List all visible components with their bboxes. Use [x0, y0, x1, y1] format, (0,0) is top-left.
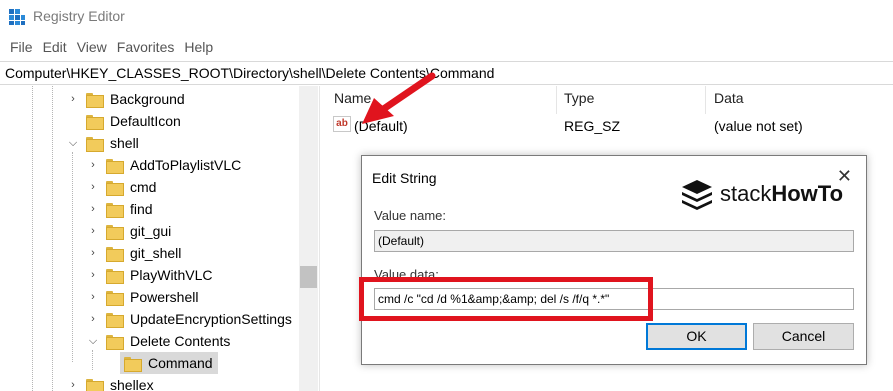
folder-icon: [86, 114, 104, 130]
menu-favorites[interactable]: Favorites: [112, 39, 180, 55]
chevron-right-icon[interactable]: ›: [86, 203, 100, 215]
tree-item-label: shellex: [110, 377, 154, 391]
tree-item-shellex[interactable]: › shellex: [66, 374, 154, 391]
tree-item-label: UpdateEncryptionSettings: [130, 311, 292, 327]
tree-scrollbar-thumb[interactable]: [300, 266, 317, 288]
tree-item-updateencryptionsettings[interactable]: › UpdateEncryptionSettings: [86, 308, 292, 330]
value-type: REG_SZ: [564, 118, 621, 134]
chevron-right-icon[interactable]: ›: [86, 181, 100, 193]
column-header-data[interactable]: Data: [714, 90, 744, 112]
string-value-icon: ab: [333, 116, 351, 132]
tree-item-cmd[interactable]: › cmd: [86, 176, 156, 198]
tree-item-label: PlayWithVLC: [130, 267, 213, 283]
chevron-right-icon[interactable]: ›: [86, 247, 100, 259]
cancel-button[interactable]: Cancel: [753, 323, 854, 350]
chevron-right-icon[interactable]: ›: [66, 379, 80, 391]
address-bar[interactable]: Computer\HKEY_CLASSES_ROOT\Directory\she…: [0, 61, 893, 85]
window-title: Registry Editor: [33, 8, 125, 24]
folder-icon: [106, 290, 124, 306]
tree-item-label: git_shell: [130, 245, 182, 261]
chevron-down-icon[interactable]: ⌵: [66, 137, 80, 150]
folder-icon: [106, 158, 124, 174]
value-data: (value not set): [714, 118, 803, 134]
folder-icon: [86, 378, 104, 391]
menu-edit[interactable]: Edit: [38, 39, 72, 55]
registry-editor-icon: [9, 9, 25, 25]
tree-item-defaulticon[interactable]: DefaultIcon: [66, 110, 181, 132]
registry-tree: › Background DefaultIcon ⌵ shell › AddTo…: [0, 86, 320, 391]
logo-text-light: stack: [720, 181, 772, 206]
tree-item-find[interactable]: › find: [86, 198, 153, 220]
folder-icon: [106, 268, 124, 284]
folder-icon: [106, 334, 124, 350]
tree-item-playwithvlc[interactable]: › PlayWithVLC: [86, 264, 212, 286]
menu-file[interactable]: File: [5, 39, 38, 55]
chevron-right-icon[interactable]: ›: [86, 269, 100, 281]
chevron-right-icon[interactable]: ›: [86, 291, 100, 303]
tree-item-delete-contents[interactable]: ⌵ Delete Contents: [86, 330, 230, 352]
folder-icon: [106, 224, 124, 240]
tree-item-git-gui[interactable]: › git_gui: [86, 220, 171, 242]
tree-item-label: cmd: [130, 179, 157, 195]
folder-icon: [124, 356, 142, 372]
tree-item-addtoplaylistvlc[interactable]: › AddToPlaylistVLC: [86, 154, 241, 176]
annotation-arrow-icon: [362, 72, 436, 124]
value-name-field[interactable]: (Default): [374, 230, 854, 252]
tree-item-label: shell: [110, 135, 139, 151]
value-name-label: Value name:: [374, 208, 447, 223]
tree-item-shell[interactable]: ⌵ shell: [66, 132, 139, 154]
annotation-highlight-box: [359, 277, 653, 321]
menu-view[interactable]: View: [72, 39, 112, 55]
tree-item-label: AddToPlaylistVLC: [130, 157, 242, 173]
dialog-title: Edit String: [372, 170, 437, 186]
logo-text-bold: HowTo: [771, 181, 844, 206]
chevron-right-icon[interactable]: ›: [86, 159, 100, 171]
tree-item-label: Background: [110, 91, 185, 107]
chevron-down-icon[interactable]: ⌵: [86, 335, 100, 348]
stackhowto-logo: stackHowTo: [680, 178, 843, 210]
tree-item-label: DefaultIcon: [110, 113, 181, 129]
tree-item-git-shell[interactable]: › git_shell: [86, 242, 181, 264]
tree-item-label: Powershell: [130, 289, 199, 305]
menu-help[interactable]: Help: [179, 39, 218, 55]
column-header-type[interactable]: Type: [564, 90, 594, 112]
tree-item-background[interactable]: › Background: [66, 88, 185, 110]
tree-item-label: Delete Contents: [130, 333, 231, 349]
title-bar: Registry Editor: [0, 0, 893, 34]
folder-icon: [106, 246, 124, 262]
tree-item-label: git_gui: [130, 223, 172, 239]
folder-icon: [106, 202, 124, 218]
tree-item-label: find: [130, 201, 153, 217]
tree-item-label: Command: [148, 355, 213, 371]
folder-icon: [106, 180, 124, 196]
tree-item-powershell[interactable]: › Powershell: [86, 286, 198, 308]
folder-icon: [86, 136, 104, 152]
tree-scrollbar[interactable]: [299, 86, 318, 391]
chevron-right-icon[interactable]: ›: [66, 93, 80, 105]
folder-icon: [86, 92, 104, 108]
menu-bar: File Edit View Favorites Help: [0, 34, 893, 60]
stack-logo-icon: [682, 180, 712, 210]
chevron-right-icon[interactable]: ›: [86, 225, 100, 237]
folder-icon: [106, 312, 124, 328]
tree-item-command[interactable]: Command: [120, 352, 218, 374]
ok-button[interactable]: OK: [646, 323, 747, 350]
chevron-right-icon[interactable]: ›: [86, 313, 100, 325]
edit-string-dialog: Edit String ✕ stackHowTo Value name: (De…: [359, 155, 867, 365]
